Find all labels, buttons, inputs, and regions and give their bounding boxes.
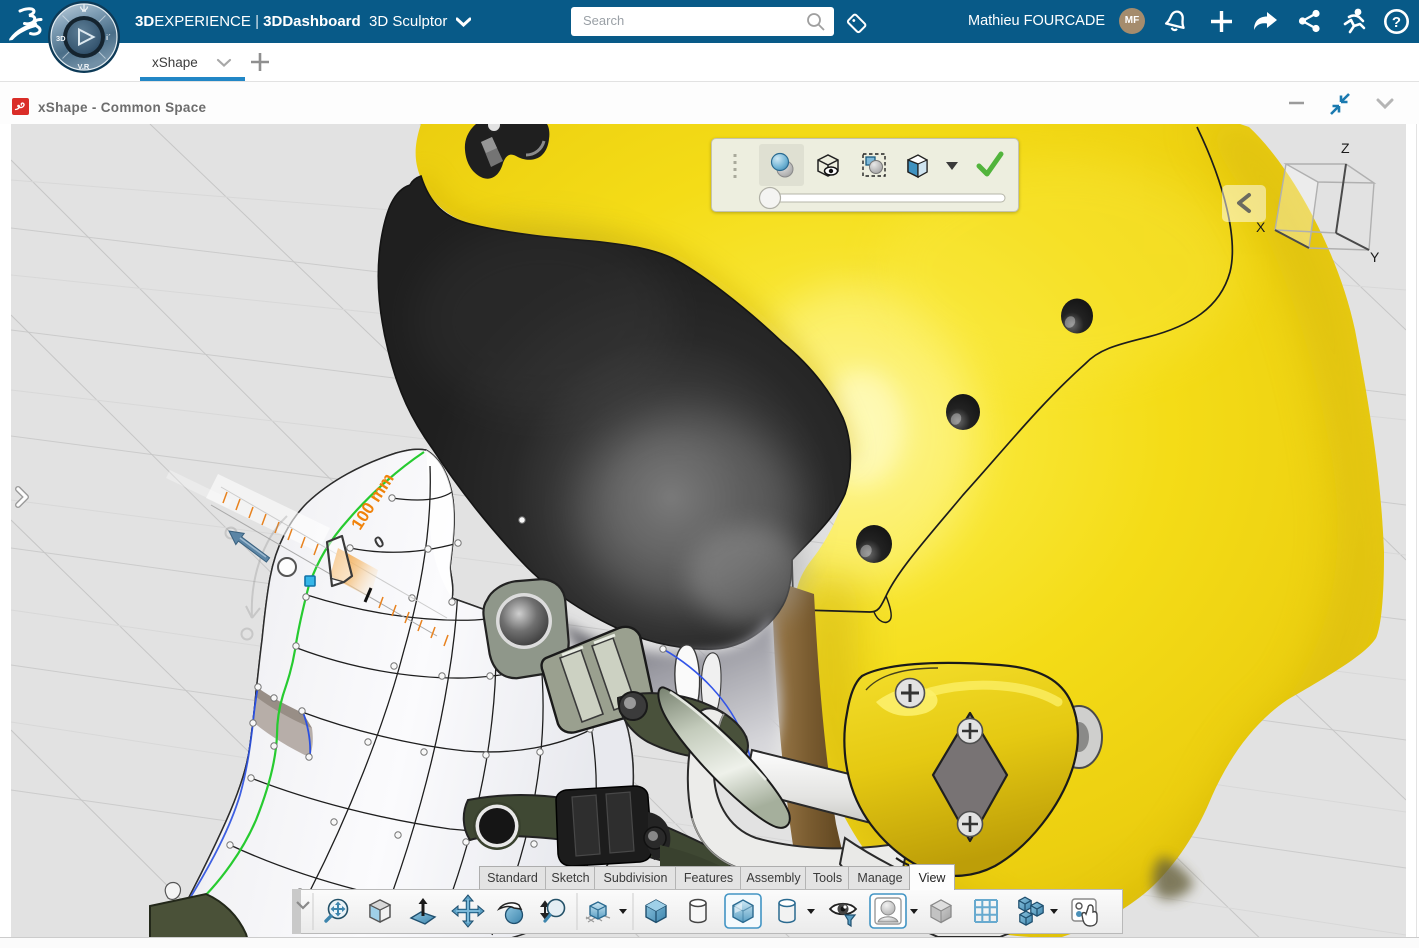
svg-text:Y: Y [1370, 249, 1380, 265]
svg-text:Z: Z [1341, 140, 1350, 156]
svg-text:i´: i´ [106, 33, 111, 42]
svg-text:?: ? [1392, 14, 1401, 31]
svg-text:3D: 3D [56, 34, 66, 43]
svg-text:V.R: V.R [78, 62, 90, 71]
